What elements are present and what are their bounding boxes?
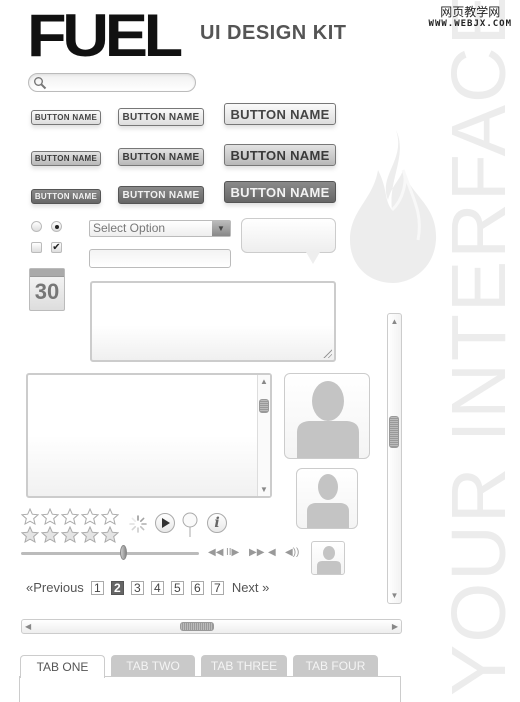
radio-unchecked[interactable] <box>31 221 42 232</box>
star-icon[interactable] <box>41 508 59 525</box>
search-input[interactable] <box>28 73 196 92</box>
star-icon[interactable] <box>81 508 99 525</box>
star-icon[interactable] <box>101 526 119 543</box>
play-button[interactable] <box>155 513 175 533</box>
star-icon[interactable] <box>101 508 119 525</box>
map-pin-icon <box>182 512 198 537</box>
textarea[interactable] <box>90 281 336 362</box>
select-dropdown[interactable]: Select Option ▼ <box>89 220 231 237</box>
star-icon[interactable] <box>61 526 79 543</box>
horizontal-scrollbar[interactable]: ◀ ▶ <box>21 619 402 634</box>
volume-high-icon[interactable]: ◀)) <box>285 547 299 558</box>
page-link[interactable]: 5 <box>170 580 184 595</box>
resize-grip-icon[interactable] <box>322 348 332 358</box>
scroll-down-icon[interactable]: ▼ <box>258 485 270 494</box>
search-icon <box>34 77 47 90</box>
calendar-binding <box>30 269 64 277</box>
button-medium-medium[interactable]: BUTTON NAME <box>118 148 204 166</box>
star-icon[interactable] <box>61 508 79 525</box>
page-link[interactable]: 6 <box>190 580 204 595</box>
button-large-medium[interactable]: BUTTON NAME <box>224 144 336 166</box>
watermark-cn: 网页教学网 <box>440 5 501 19</box>
button-large-dark[interactable]: BUTTON NAME <box>224 181 336 203</box>
button-large-light[interactable]: BUTTON NAME <box>224 103 336 125</box>
rewind-button[interactable]: ◀◀ <box>208 547 223 558</box>
user-silhouette-icon <box>307 474 349 528</box>
avatar-medium[interactable] <box>296 468 358 529</box>
button-medium-dark[interactable]: BUTTON NAME <box>118 186 204 204</box>
watermark-en: WWW.WEBJX.COM <box>428 19 512 29</box>
scroll-right-icon[interactable]: ▶ <box>392 622 398 631</box>
pause-play-button[interactable]: II▶ <box>226 547 239 558</box>
list-scrollbar[interactable]: ▲ ▼ <box>257 375 270 496</box>
tab-four[interactable]: TAB FOUR <box>293 655 378 677</box>
play-icon <box>162 518 170 528</box>
star-icon[interactable] <box>41 526 59 543</box>
page-link[interactable]: 2 <box>110 580 124 595</box>
user-silhouette-icon <box>297 381 359 458</box>
scroll-thumb[interactable] <box>179 622 214 631</box>
scroll-up-icon[interactable]: ▲ <box>388 317 401 326</box>
checkbox-checked[interactable]: ✔ <box>51 242 62 253</box>
star-icon[interactable] <box>81 526 99 543</box>
list-box[interactable]: ▲ ▼ <box>26 373 272 498</box>
button-medium-light[interactable]: BUTTON NAME <box>118 108 204 126</box>
scroll-down-icon[interactable]: ▼ <box>388 591 401 600</box>
watermark: 网页教学网 WWW.WEBJX.COM <box>429 6 512 30</box>
next-link[interactable]: Next » <box>232 580 270 595</box>
slider-track[interactable] <box>21 552 199 555</box>
info-icon[interactable]: i <box>207 513 227 533</box>
select-value: Select Option <box>93 221 166 235</box>
flame-icon <box>350 130 437 283</box>
button-small-medium[interactable]: BUTTON NAME <box>31 151 101 166</box>
radio-checked[interactable] <box>51 221 62 232</box>
avatar-large[interactable] <box>284 373 370 459</box>
page-list: 1234567 <box>90 580 224 595</box>
previous-link[interactable]: «Previous <box>26 580 84 595</box>
side-watermark-text: YOUR INTERFACE <box>436 0 520 696</box>
button-small-dark[interactable]: BUTTON NAME <box>31 189 101 204</box>
scroll-thumb[interactable] <box>389 415 399 448</box>
vertical-scrollbar[interactable]: ▲ ▼ <box>387 313 402 604</box>
text-input[interactable] <box>89 249 231 268</box>
user-silhouette-icon <box>317 546 341 574</box>
star-icon[interactable] <box>21 508 39 525</box>
loading-spinner-icon <box>129 515 147 533</box>
tab-three[interactable]: TAB THREE <box>201 655 287 677</box>
button-small-light[interactable]: BUTTON NAME <box>31 110 101 125</box>
slider-handle[interactable] <box>120 545 128 560</box>
page-link[interactable]: 4 <box>150 580 164 595</box>
calendar-icon[interactable]: 30 <box>29 268 65 311</box>
scroll-up-icon[interactable]: ▲ <box>258 377 270 386</box>
pagination: «Previous 1234567 Next » <box>26 580 269 595</box>
page-link[interactable]: 1 <box>90 580 104 595</box>
checkbox-unchecked[interactable] <box>31 242 42 253</box>
speech-bubble-tooltip <box>241 218 336 264</box>
page-link[interactable]: 3 <box>130 580 144 595</box>
forward-button[interactable]: ▶▶ <box>249 547 264 558</box>
scroll-thumb[interactable] <box>259 399 269 413</box>
app-logo: FUEL <box>27 2 183 69</box>
avatar-small[interactable] <box>311 541 345 575</box>
chevron-down-icon[interactable]: ▼ <box>212 221 230 236</box>
tab-two[interactable]: TAB TWO <box>111 655 195 677</box>
page-title: UI DESIGN KIT <box>200 22 347 44</box>
volume-low-icon[interactable]: ◀ <box>268 547 276 558</box>
star-icon[interactable] <box>21 526 39 543</box>
tab-panel <box>19 676 401 702</box>
scroll-left-icon[interactable]: ◀ <box>25 622 31 631</box>
calendar-day: 30 <box>34 279 60 304</box>
page-link[interactable]: 7 <box>210 580 224 595</box>
tab-one[interactable]: TAB ONE <box>20 655 105 678</box>
